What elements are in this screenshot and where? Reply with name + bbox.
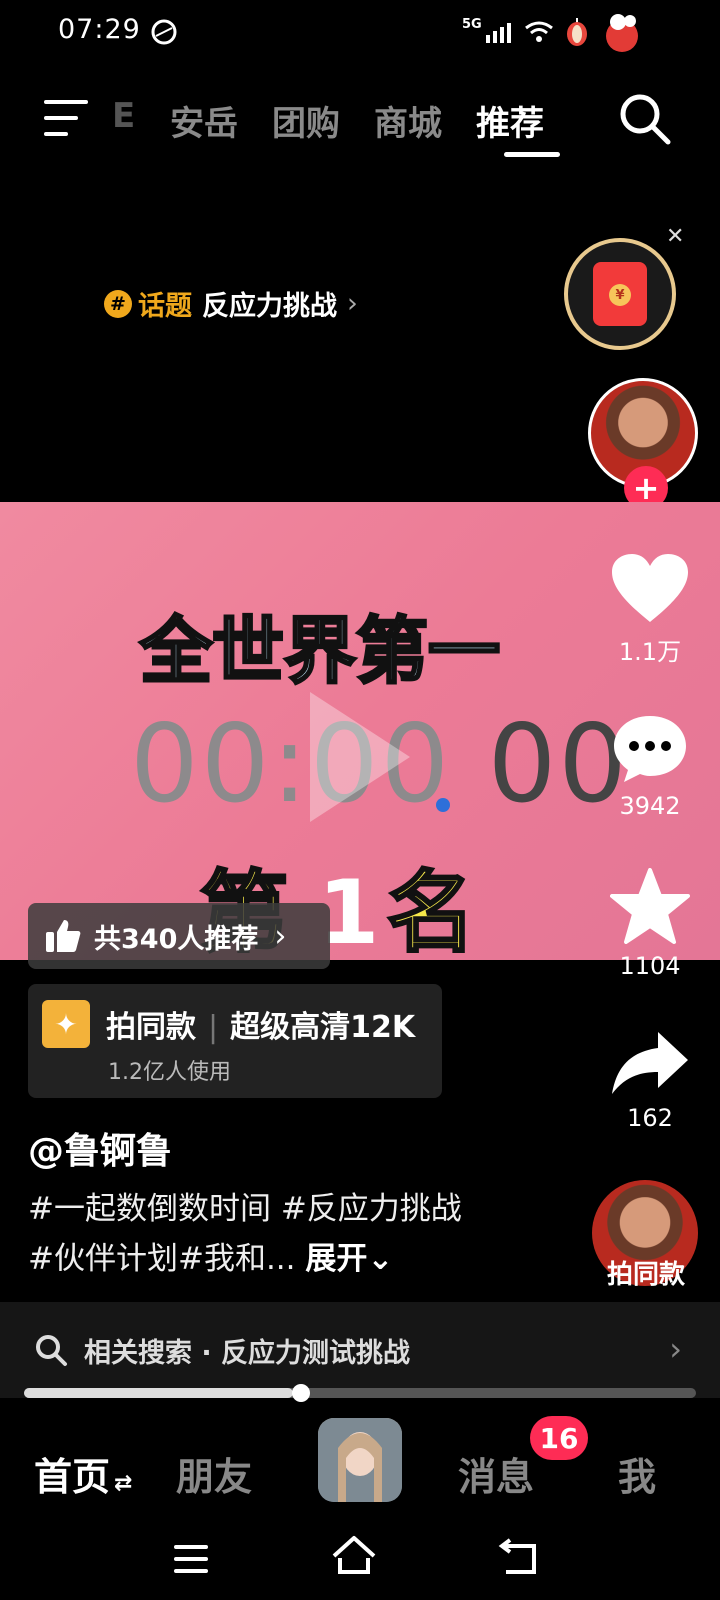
- video-progress-bar[interactable]: [24, 1388, 696, 1398]
- related-search-bar[interactable]: 相关搜索 · 反应力测试挑战 ›: [0, 1302, 720, 1398]
- nav-friends[interactable]: 朋友: [176, 1446, 252, 1501]
- home-icon[interactable]: [330, 1534, 378, 1578]
- like-count: 1.1万: [618, 638, 682, 666]
- tab-partial[interactable]: E: [112, 96, 136, 145]
- recents-icon[interactable]: [172, 1542, 210, 1576]
- like-button[interactable]: 1.1万: [600, 552, 700, 667]
- chevron-right-icon: ›: [274, 918, 287, 954]
- recommend-pill[interactable]: 共340人推荐 ›: [28, 903, 330, 969]
- nav-me[interactable]: 我: [618, 1446, 656, 1501]
- progress-thumb[interactable]: [292, 1384, 310, 1402]
- same-style-users: 1.2亿人使用: [108, 1060, 231, 1085]
- share-icon: [612, 1032, 688, 1094]
- star-icon: [610, 868, 690, 944]
- sparkle-icon: ✦: [42, 1000, 90, 1048]
- thumbs-up-icon: [46, 920, 81, 952]
- comment-button[interactable]: 3942: [600, 712, 700, 820]
- topic-hash-icon: #: [104, 289, 132, 318]
- tab-mall[interactable]: 商城: [374, 96, 442, 145]
- tab-anyue[interactable]: 安岳: [170, 96, 238, 145]
- system-nav-bar: [0, 1520, 720, 1600]
- switch-icon: ⇄: [114, 1471, 133, 1496]
- close-icon[interactable]: ✕: [666, 224, 684, 249]
- messages-badge: 16: [530, 1416, 588, 1460]
- status-icons: 5G: [462, 12, 644, 52]
- topic-link[interactable]: # 话题 反应力挑战 ›: [104, 284, 358, 323]
- same-style-title: 拍同款 | 超级高清12K: [106, 1010, 416, 1045]
- red-packet-button[interactable]: ¥: [564, 238, 676, 350]
- top-tabs: E 安岳 团购 商城 推荐: [112, 96, 544, 145]
- same-style-avatar-label: 拍同款: [606, 1260, 685, 1290]
- bottom-nav: 首页 ⇄ 朋友 消息 16 我: [0, 1412, 720, 1512]
- chevron-down-icon: ⌄: [367, 1241, 394, 1277]
- author-name[interactable]: @鲁锕鲁: [28, 1122, 172, 1174]
- share-button[interactable]: 162: [600, 1030, 700, 1132]
- favorite-count: 1104: [619, 952, 681, 980]
- menu-icon[interactable]: [42, 98, 90, 138]
- expand-button[interactable]: 展开: [305, 1241, 367, 1277]
- status-time: 07:29: [58, 14, 141, 45]
- recommend-text: 共340人推荐: [94, 923, 259, 955]
- same-style-card[interactable]: ✦ 拍同款 | 超级高清12K 1.2亿人使用: [28, 984, 442, 1098]
- signal-icon: [485, 23, 511, 43]
- progress-fill: [24, 1388, 293, 1398]
- search-icon[interactable]: [618, 92, 672, 146]
- chevron-right-icon: ›: [669, 1330, 682, 1368]
- chevron-right-icon: ›: [347, 288, 358, 319]
- play-icon[interactable]: [300, 682, 420, 832]
- wifi-icon: [524, 21, 553, 42]
- favorite-button[interactable]: 1104: [600, 868, 700, 980]
- apple-core-icon: [566, 18, 587, 46]
- timer-dot: [436, 798, 450, 812]
- apple-avatar-icon: [605, 14, 638, 52]
- comment-icon: [614, 716, 686, 782]
- active-tab-indicator: [504, 152, 560, 157]
- nav-home[interactable]: 首页 ⇄: [34, 1446, 132, 1501]
- app-status-icon: [150, 18, 178, 50]
- comment-count: 3942: [619, 792, 681, 820]
- red-packet-icon: ¥: [593, 262, 647, 326]
- create-avatar-button[interactable]: [318, 1418, 402, 1502]
- tab-group-buy[interactable]: 团购: [272, 96, 340, 145]
- share-count: 162: [627, 1104, 673, 1132]
- network-label: 5G: [462, 16, 482, 32]
- related-search-text: 相关搜索 · 反应力测试挑战: [84, 1337, 411, 1369]
- back-icon[interactable]: [498, 1536, 540, 1576]
- tab-recommend[interactable]: 推荐: [476, 96, 544, 145]
- topic-label: 话题: [138, 291, 192, 322]
- search-icon: [36, 1335, 67, 1366]
- heart-icon: [612, 554, 688, 622]
- topic-name: 反应力挑战: [202, 291, 337, 322]
- caption-text: #一起数倒数时间 #反应力挑战 #伙伴计划#我和...: [28, 1191, 462, 1277]
- video-caption[interactable]: #一起数倒数时间 #反应力挑战 #伙伴计划#我和... 展开⌄: [28, 1184, 488, 1284]
- nav-messages[interactable]: 消息: [458, 1446, 534, 1501]
